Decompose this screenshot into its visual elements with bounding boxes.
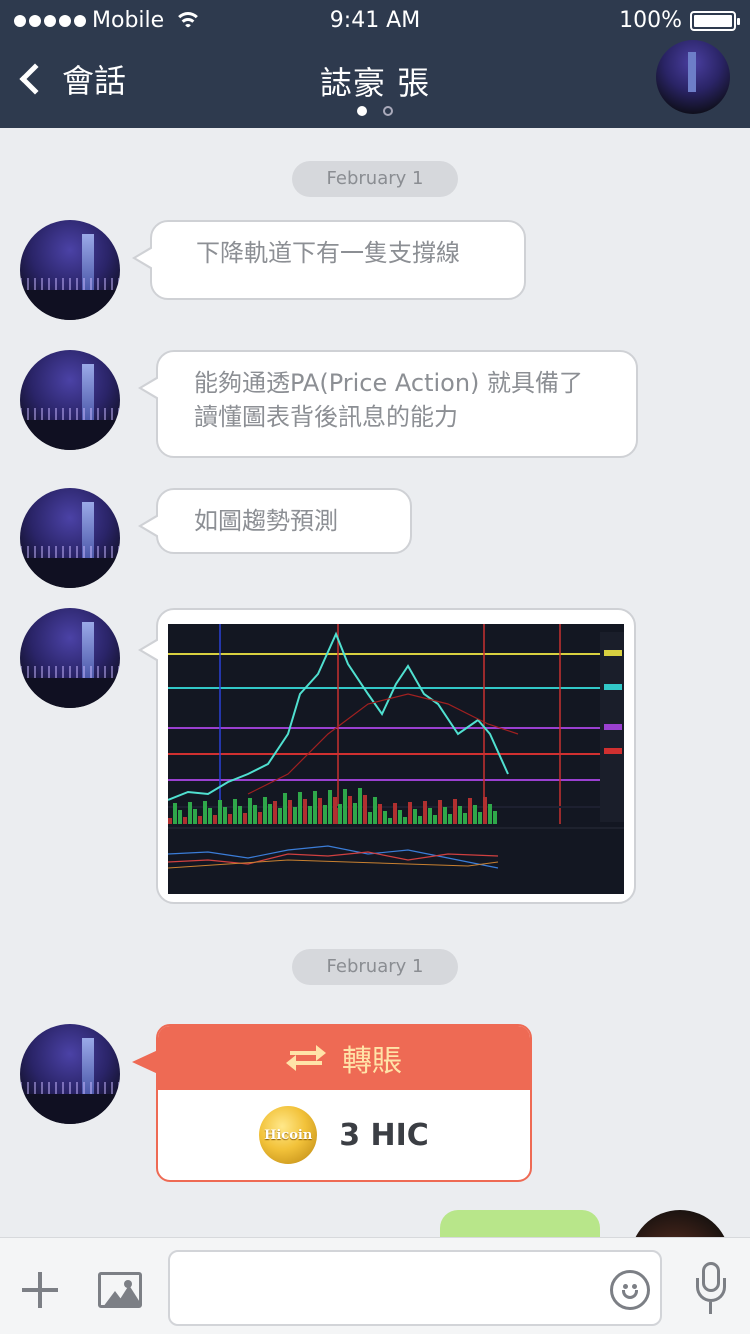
avatar[interactable] [20,488,120,588]
page-dot-active[interactable] [357,106,367,116]
message-text-line: 讀懂圖表背後訊息的能力 [194,403,458,431]
coin-label: Hicoin [264,1127,313,1143]
page-dot[interactable] [383,106,393,116]
transfer-header: 轉賬 [158,1026,530,1090]
page-indicator[interactable] [357,106,393,116]
message-text: 下降軌道下有一隻支撐線 [196,239,460,267]
transfer-body: Hicoin 3 HIC [158,1090,530,1180]
input-bar [0,1237,750,1334]
plus-icon[interactable] [22,1272,58,1308]
date-separator: February 1 [292,161,458,197]
status-bar: Mobile 9:41 AM 100% [0,6,750,36]
transfer-card[interactable]: 轉賬 Hicoin 3 HIC [132,1024,532,1182]
avatar[interactable] [20,350,120,450]
image-message[interactable] [138,608,636,904]
battery-group: 100% [619,8,740,33]
avatar[interactable] [20,220,120,320]
chat-title: 誌豪 張 [319,64,431,102]
swap-arrows-icon [286,1043,326,1073]
battery-percent: 100% [619,8,682,33]
date-separator: February 1 [292,949,458,985]
hicoin-coin-icon: Hicoin [259,1106,318,1164]
message-text: 如圖趨勢預測 [194,507,338,535]
message-input[interactable] [168,1250,662,1326]
price-chart-image[interactable] [168,624,624,894]
transfer-title: 轉賬 [342,1044,402,1079]
top-bar: Mobile 9:41 AM 100% 會話 誌豪 張 [0,0,750,128]
microphone-icon[interactable] [694,1262,728,1316]
message-text-line: 能夠通透PA(Price Action) 就具備了 [194,369,584,397]
avatar[interactable] [20,1024,120,1124]
avatar[interactable] [20,608,120,708]
emoji-icon[interactable] [610,1270,650,1310]
transfer-amount: 3 HIC [339,1117,429,1153]
message-bubble[interactable]: 能夠通透PA(Price Action) 就具備了 讀懂圖表背後訊息的能力 [138,350,638,458]
battery-icon [690,10,740,31]
contact-avatar-header[interactable] [656,40,730,114]
message-bubble[interactable]: 下降軌道下有一隻支撐線 [132,220,526,300]
message-bubble[interactable]: 如圖趨勢預測 [138,488,412,554]
image-icon[interactable] [98,1272,142,1308]
